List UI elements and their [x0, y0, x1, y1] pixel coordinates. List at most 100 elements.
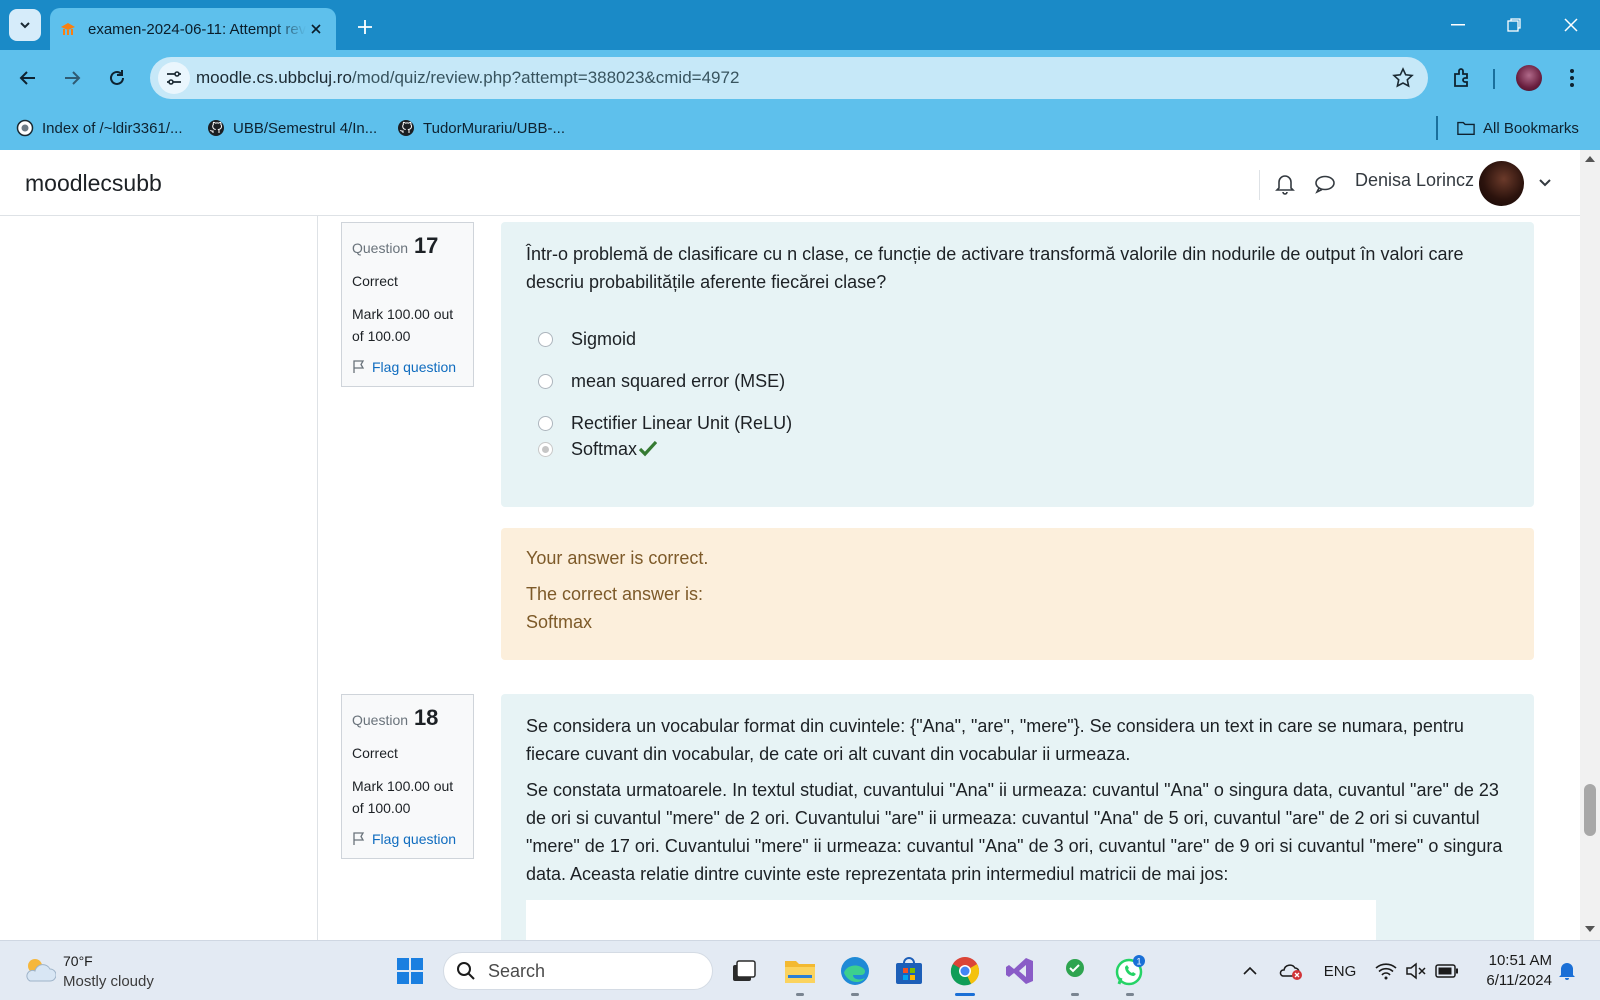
bookmarks-bar: Index of /~ldir3361/... UBB/Semestrul 4/… — [0, 106, 1600, 150]
back-icon[interactable] — [12, 62, 44, 94]
whatsapp-icon[interactable]: 1 — [1112, 953, 1148, 996]
tab-title: examen-2024-06-11: Attempt review — [88, 20, 306, 38]
search-icon — [457, 962, 475, 980]
restore-icon[interactable] — [1491, 10, 1537, 40]
window-close-icon[interactable] — [1548, 10, 1594, 40]
answer-option[interactable]: Sigmoid — [526, 318, 1509, 360]
weather-cloudy-icon[interactable] — [22, 955, 56, 985]
question-state: Correct — [352, 745, 398, 761]
microsoft-store-icon[interactable] — [891, 953, 927, 989]
user-name[interactable]: Denisa Lorincz — [1355, 170, 1474, 191]
onedrive-error-icon[interactable] — [1278, 959, 1304, 983]
show-hidden-icons-chevron-icon[interactable] — [1240, 959, 1260, 983]
bookmarks-separator — [1436, 116, 1438, 140]
page-scrollbar[interactable] — [1580, 150, 1600, 940]
globe-icon — [16, 119, 34, 137]
bookmark-label: Index of /~ldir3361/... — [42, 119, 183, 137]
tab-search-button[interactable] — [9, 9, 41, 41]
windows-start-icon[interactable] — [392, 953, 428, 989]
bookmark-item[interactable]: Index of /~ldir3361/... — [16, 117, 183, 139]
extensions-icon[interactable] — [1448, 64, 1476, 92]
url-text: moodle.cs.ubbcluj.ro/mod/quiz/review.php… — [196, 68, 740, 87]
scroll-down-arrow-icon[interactable] — [1585, 926, 1595, 932]
bookmark-item[interactable]: UBB/Semestrul 4/In... — [207, 117, 377, 139]
weather-temperature: 70°F — [63, 953, 93, 969]
matrix-image-area — [526, 900, 1376, 940]
notifications-bell-icon[interactable] — [1273, 172, 1297, 196]
question-number: Question 18 — [352, 705, 439, 730]
clock-time: 10:51 AM — [1488, 952, 1552, 969]
battery-icon[interactable] — [1434, 959, 1460, 983]
running-indicator — [1126, 993, 1134, 996]
messages-icon[interactable] — [1313, 172, 1337, 196]
left-drawer — [0, 216, 318, 940]
moodle-favicon-icon — [61, 23, 75, 35]
bookmark-label: TudorMurariu/UBB-... — [423, 119, 565, 137]
volume-muted-icon[interactable] — [1404, 959, 1428, 983]
flag-question-link[interactable]: Flag question — [352, 831, 463, 847]
folder-icon — [1457, 121, 1475, 135]
chrome-icon[interactable] — [947, 953, 983, 996]
radio-button[interactable] — [538, 373, 553, 389]
radio-button[interactable] — [538, 331, 553, 347]
edge-browser-icon[interactable] — [837, 953, 873, 996]
input-language[interactable]: ENG — [1320, 959, 1360, 983]
running-indicator — [1071, 993, 1079, 996]
browser-menu-icon[interactable] — [1562, 65, 1582, 91]
user-menu-chevron-icon[interactable] — [1537, 174, 1553, 190]
question-text: Într-o problemă de clasificare cu n clas… — [526, 244, 1464, 292]
browser-toolbar: moodle.cs.ubbcluj.ro/mod/quiz/review.php… — [0, 50, 1600, 106]
all-bookmarks-button[interactable]: All Bookmarks — [1457, 117, 1579, 139]
visual-studio-icon[interactable] — [1002, 953, 1038, 989]
notification-bell-icon[interactable] — [1557, 959, 1577, 983]
question-grade: Mark 100.00 out of 100.00 — [352, 306, 454, 344]
flag-icon — [353, 360, 365, 373]
reload-icon[interactable] — [101, 62, 133, 94]
radio-button[interactable] — [538, 415, 553, 431]
scrollbar-thumb[interactable] — [1584, 784, 1596, 836]
file-explorer-icon[interactable] — [782, 953, 818, 996]
site-brand[interactable]: moodlecsubb — [25, 170, 162, 197]
forward-icon[interactable] — [56, 62, 88, 94]
question-info-17: Question 17 Correct Mark 100.00 out of 1… — [341, 222, 474, 387]
system-clock[interactable]: 10:51 AM 6/11/2024 — [1472, 951, 1552, 991]
wifi-icon[interactable] — [1374, 959, 1398, 983]
question-info-18: Question 18 Correct Mark 100.00 out of 1… — [341, 694, 474, 859]
active-indicator — [955, 993, 975, 996]
tray-app-check-icon[interactable] — [1057, 953, 1093, 996]
site-settings-icon[interactable] — [158, 62, 190, 94]
task-view-icon[interactable] — [726, 953, 762, 989]
browser-tab[interactable]: examen-2024-06-11: Attempt review — [50, 8, 336, 50]
clock-date: 6/11/2024 — [1486, 972, 1552, 989]
moodle-header: moodlecsubb Denisa Lorincz — [0, 150, 1580, 216]
answer-option-selected[interactable]: Softmax — [526, 438, 1509, 460]
scroll-up-arrow-icon[interactable] — [1585, 156, 1595, 162]
feedback-result: Your answer is correct. — [526, 548, 709, 568]
radio-button-checked[interactable] — [538, 441, 553, 457]
chevron-down-icon — [20, 22, 30, 29]
answer-label: Sigmoid — [571, 328, 637, 349]
question-formulation-18: Se considera un vocabular format din cuv… — [501, 694, 1534, 940]
taskbar-search[interactable]: Search — [443, 952, 713, 990]
answer-label: Rectifier Linear Unit (ReLU) — [571, 412, 793, 433]
question-formulation-17: Într-o problemă de clasificare cu n clas… — [501, 222, 1534, 507]
tab-close-icon[interactable] — [306, 19, 326, 39]
profile-avatar[interactable] — [1516, 65, 1542, 91]
user-avatar[interactable] — [1479, 161, 1524, 206]
correct-check-icon — [639, 441, 658, 457]
new-tab-icon[interactable] — [352, 14, 378, 40]
running-indicator — [796, 993, 804, 996]
bookmark-item[interactable]: TudorMurariu/UBB-... — [397, 117, 565, 139]
question-feedback-17: Your answer is correct. The correct answ… — [501, 528, 1534, 660]
weather-description: Mostly cloudy — [63, 973, 154, 990]
correct-answer-value: Softmax — [526, 612, 593, 632]
flag-icon — [353, 832, 365, 845]
bookmark-star-icon[interactable] — [1392, 67, 1414, 89]
answer-label: Softmax — [571, 438, 638, 459]
answer-option[interactable]: mean squared error (MSE) — [526, 360, 1509, 402]
bookmark-label: UBB/Semestrul 4/In... — [233, 119, 378, 137]
question-text: Se considera un vocabular format din cuv… — [526, 716, 1464, 764]
minimize-icon[interactable] — [1435, 10, 1481, 40]
flag-question-link[interactable]: Flag question — [352, 359, 463, 375]
address-bar[interactable]: moodle.cs.ubbcluj.ro/mod/quiz/review.php… — [150, 57, 1428, 99]
